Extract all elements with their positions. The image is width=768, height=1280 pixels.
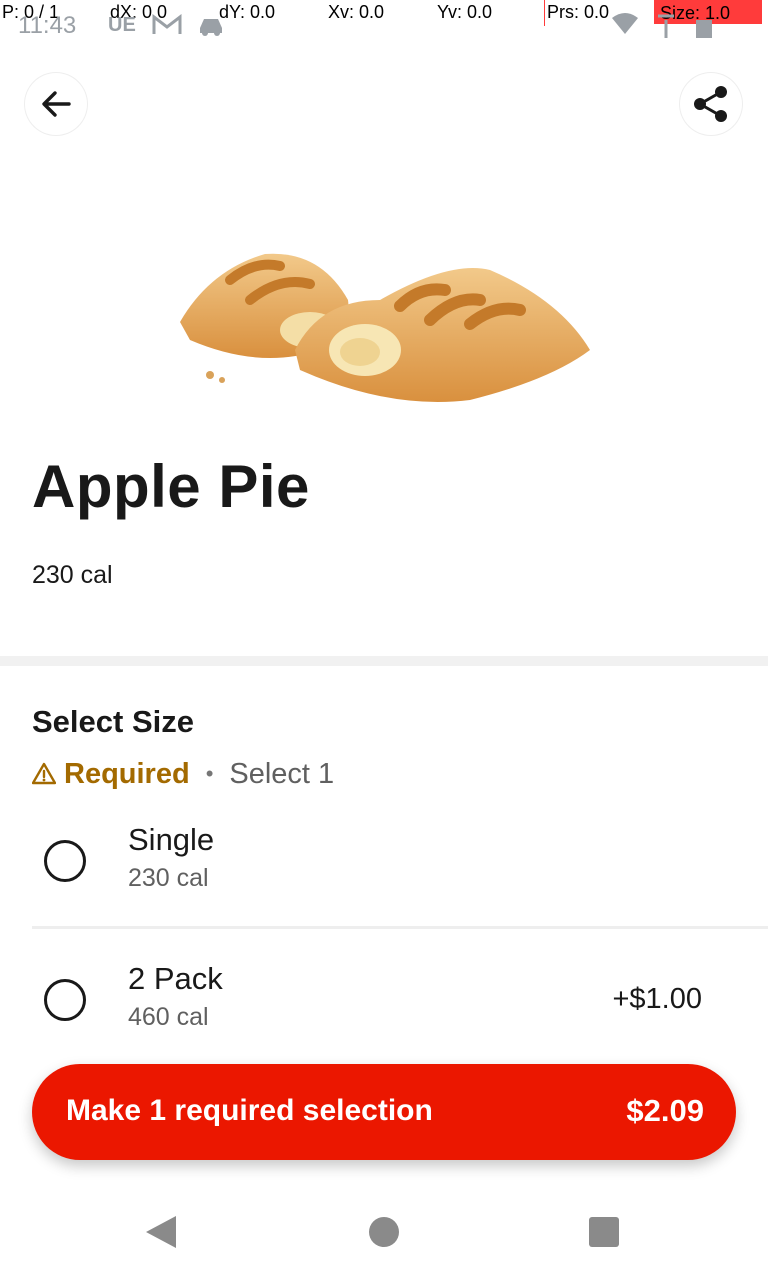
product-calories: 230 cal bbox=[32, 561, 113, 589]
select-size-heading: Select Size bbox=[32, 704, 194, 739]
option-price: +$1.00 bbox=[612, 983, 702, 1015]
nav-home-icon[interactable] bbox=[369, 1217, 399, 1247]
car-icon bbox=[196, 14, 226, 42]
size-option-2-pack[interactable]: 2 Pack 460 cal +$1.00 bbox=[0, 945, 768, 1055]
select-count-label: Select 1 bbox=[229, 757, 335, 790]
product-image bbox=[180, 253, 590, 402]
ue-icon: UE bbox=[108, 14, 136, 36]
share-icon bbox=[694, 86, 727, 122]
radio-button-single[interactable] bbox=[44, 840, 86, 882]
section-divider bbox=[0, 656, 768, 666]
share-button[interactable] bbox=[680, 73, 742, 135]
back-button[interactable] bbox=[25, 73, 87, 135]
radio-button-2-pack[interactable] bbox=[44, 979, 86, 1021]
wifi-icon bbox=[610, 12, 640, 42]
nav-recents-icon[interactable] bbox=[589, 1217, 619, 1247]
required-indicator: Required • Select 1 bbox=[32, 754, 334, 794]
option-name: 2 Pack bbox=[128, 961, 223, 996]
add-to-cart-button[interactable]: Make 1 required selection $2.09 bbox=[32, 1064, 736, 1160]
product-title: Apple Pie bbox=[32, 453, 310, 520]
status-bar: 11:43 UE bbox=[0, 6, 768, 40]
nav-back-icon[interactable] bbox=[146, 1216, 176, 1248]
size-option-single[interactable]: Single 230 cal bbox=[0, 806, 768, 916]
option-name: Single bbox=[128, 822, 215, 857]
option-calories: 460 cal bbox=[128, 1003, 209, 1031]
system-nav-bar bbox=[0, 1184, 768, 1280]
battery-icon bbox=[696, 16, 712, 44]
separator-dot: • bbox=[205, 761, 214, 786]
signal-icon bbox=[655, 12, 677, 44]
required-label: Required bbox=[64, 757, 190, 790]
option-calories: 230 cal bbox=[128, 864, 209, 892]
cta-label: Make 1 required selection bbox=[66, 1094, 433, 1127]
warning-icon bbox=[32, 762, 56, 785]
arrow-left-icon bbox=[42, 91, 71, 117]
option-divider bbox=[32, 926, 768, 929]
status-time: 11:43 bbox=[18, 12, 77, 39]
cta-price: $2.09 bbox=[626, 1093, 704, 1128]
gmail-icon bbox=[152, 13, 182, 42]
